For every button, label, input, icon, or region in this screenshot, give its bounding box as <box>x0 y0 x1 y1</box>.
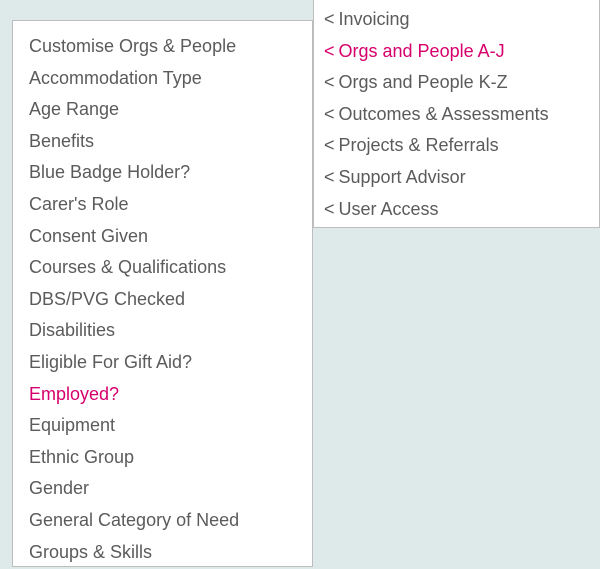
parent-menu-item-label: Invoicing <box>339 9 410 31</box>
parent-menu-item-label: Orgs and People K-Z <box>339 72 508 94</box>
chevron-left-icon: < <box>324 41 335 63</box>
submenu-item-consent-given[interactable]: Consent Given <box>13 221 312 253</box>
submenu-item-carers-role[interactable]: Carer's Role <box>13 189 312 221</box>
parent-menu-item-label: Outcomes & Assessments <box>339 104 549 126</box>
submenu-item-groups-skills[interactable]: Groups & Skills <box>13 537 312 569</box>
parent-menu-item-user-access[interactable]: < User Access <box>314 194 599 226</box>
submenu-item-customise[interactable]: Customise Orgs & People <box>13 31 312 63</box>
parent-menu-item-label: User Access <box>339 199 439 221</box>
chevron-left-icon: < <box>324 72 335 94</box>
submenu-item-employed[interactable]: Employed? <box>13 379 312 411</box>
parent-menu-panel: < Invoicing < Orgs and People A-J < Orgs… <box>313 0 600 228</box>
submenu-item-equipment[interactable]: Equipment <box>13 410 312 442</box>
chevron-left-icon: < <box>324 199 335 221</box>
chevron-left-icon: < <box>324 9 335 31</box>
parent-menu-item-outcomes[interactable]: < Outcomes & Assessments <box>314 99 599 131</box>
submenu-item-category-of-need[interactable]: General Category of Need <box>13 505 312 537</box>
parent-menu-item-label: Orgs and People A-J <box>339 41 505 63</box>
parent-menu-item-orgs-a-j[interactable]: < Orgs and People A-J <box>314 36 599 68</box>
chevron-left-icon: < <box>324 104 335 126</box>
chevron-left-icon: < <box>324 135 335 157</box>
parent-menu-item-support-advisor[interactable]: < Support Advisor <box>314 162 599 194</box>
submenu-item-benefits[interactable]: Benefits <box>13 126 312 158</box>
submenu-item-blue-badge[interactable]: Blue Badge Holder? <box>13 157 312 189</box>
parent-menu-item-projects[interactable]: < Projects & Referrals <box>314 130 599 162</box>
parent-menu-item-label: Support Advisor <box>339 167 466 189</box>
parent-menu-item-orgs-k-z[interactable]: < Orgs and People K-Z <box>314 67 599 99</box>
submenu-panel: Customise Orgs & People Accommodation Ty… <box>12 20 313 567</box>
submenu-item-dbs-pvg[interactable]: DBS/PVG Checked <box>13 284 312 316</box>
chevron-left-icon: < <box>324 167 335 189</box>
submenu-item-ethnic-group[interactable]: Ethnic Group <box>13 442 312 474</box>
submenu-item-disabilities[interactable]: Disabilities <box>13 315 312 347</box>
submenu-item-gender[interactable]: Gender <box>13 473 312 505</box>
submenu-item-courses[interactable]: Courses & Qualifications <box>13 252 312 284</box>
submenu-item-accommodation-type[interactable]: Accommodation Type <box>13 63 312 95</box>
parent-menu-item-invoicing[interactable]: < Invoicing <box>314 4 599 36</box>
submenu-item-gift-aid[interactable]: Eligible For Gift Aid? <box>13 347 312 379</box>
parent-menu-item-label: Projects & Referrals <box>339 135 499 157</box>
submenu-item-age-range[interactable]: Age Range <box>13 94 312 126</box>
